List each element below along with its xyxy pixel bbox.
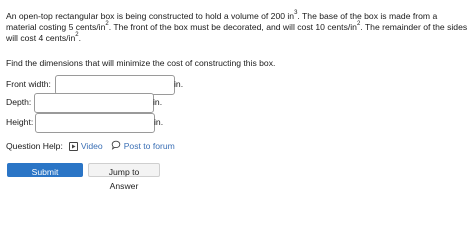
front-width-input[interactable] [55, 75, 175, 95]
sides-cost-exponent: 2 [75, 32, 79, 39]
depth-unit: in. [153, 97, 163, 107]
front-width-label: Front width: [6, 79, 51, 89]
problem-text-3: . The front of the box must be decorated… [108, 22, 357, 32]
depth-input[interactable] [34, 93, 154, 113]
instruction-text: Find the dimensions that will minimize t… [6, 58, 276, 68]
front-width-unit: in. [174, 79, 184, 89]
speech-bubble-icon [111, 140, 121, 152]
problem-statement: An open-top rectangular box is being con… [6, 10, 468, 44]
depth-row: Depth: in. [6, 93, 162, 113]
base-cost-exponent: 2 [105, 21, 109, 28]
post-to-forum-label: Post to forum [123, 141, 175, 151]
video-link[interactable]: Video [68, 141, 103, 151]
jump-to-answer-button[interactable]: Jump to Answer [88, 163, 160, 191]
submit-question-button[interactable]: Submit Question [7, 163, 83, 191]
question-help-row: Question Help: Video Post to forum [6, 140, 183, 152]
front-width-row: Front width: in. [6, 75, 183, 95]
volume-exponent: 3 [294, 10, 298, 17]
height-row: Height: in. [6, 113, 163, 133]
video-play-icon [68, 141, 78, 151]
problem-text-1: An open-top rectangular box is being con… [6, 11, 295, 21]
front-cost-exponent: 2 [356, 21, 361, 28]
height-label: Height: [6, 117, 34, 127]
video-link-label: Video [80, 141, 103, 151]
height-input[interactable] [35, 113, 155, 133]
depth-label: Depth: [6, 97, 32, 107]
question-help-label: Question Help: [6, 141, 63, 151]
question-page: An open-top rectangular box is being con… [0, 0, 474, 207]
post-to-forum-link[interactable]: Post to forum [111, 140, 175, 152]
height-unit: in. [154, 117, 164, 127]
